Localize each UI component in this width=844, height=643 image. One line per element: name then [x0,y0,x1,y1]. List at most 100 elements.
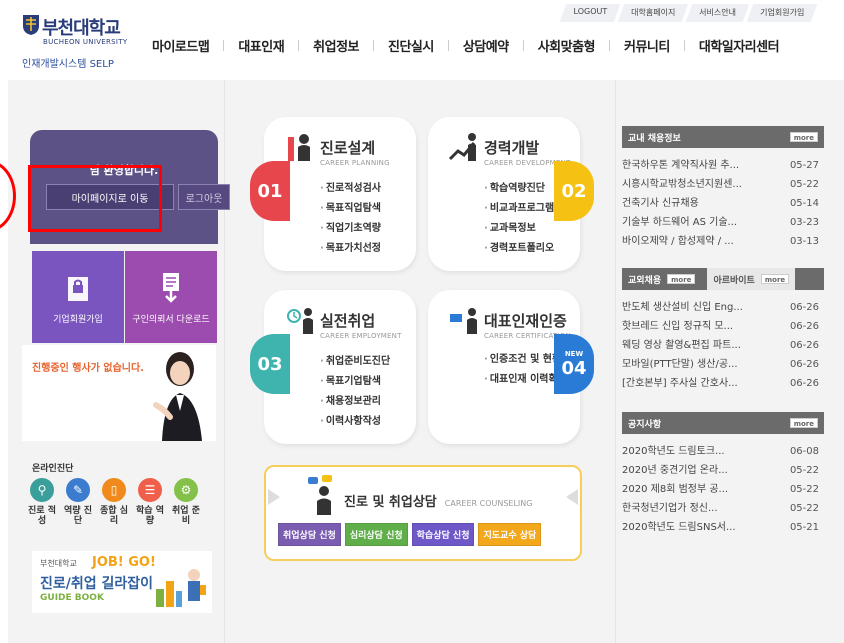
company-signup-link[interactable]: 기업회원가입 [746,4,818,22]
list-item[interactable]: 한국청년기업가 정신... 05-22 [622,499,824,518]
logout-link[interactable]: LOGOUT [559,4,621,22]
column-divider [224,80,225,643]
tab-external-jobs[interactable]: 교외채용 [628,273,661,286]
menu-item[interactable]: 진로적성검사 [320,179,381,199]
more-link[interactable]: more [789,418,818,428]
menu-item[interactable]: 취업준비도진단 [320,352,390,372]
list-item[interactable]: 웨딩 영상 촬영&편집 파트... 06-26 [622,336,824,355]
card-title: 진로설계 [320,139,376,157]
job-request-download-tile[interactable]: 구인의뢰서 다운로드 [125,251,217,343]
list-item[interactable]: 2020학년도 드림SNS서... 05-21 [622,518,824,537]
diagnosis-label: 취업 준비 [172,506,200,526]
pencil-icon: ✎ [66,478,90,502]
notice-board: 공지사항 more 2020학년도 드림토크... 06-08 2020년 중견기… [622,412,824,537]
nav-item-talent[interactable]: 대표인재 [238,36,284,55]
card-number: 01 [250,161,290,221]
learning-counseling-button[interactable]: 학습상담 신청 [411,523,475,546]
gear-icon: ⚙ [174,478,198,502]
nav-item-community[interactable]: 커뮤니티 [624,36,670,55]
guidebook-banner[interactable]: 부천대학교 JOB! GO! 진로/취업 길라잡이 GUIDE BOOK [32,551,212,613]
menu-item[interactable]: 이력사항작성 [320,412,390,432]
diagnosis-label: 진로 적성 [28,506,56,526]
list-item[interactable]: [간호본부] 주사실 간호사... 06-26 [622,374,824,393]
nav-divider [298,40,300,51]
presenter-woman-illustration [153,352,202,441]
nav-item-counsel-reservation[interactable]: 상담예약 [463,36,509,55]
more-link[interactable]: more [667,274,696,284]
board-list: 반도체 생산설비 신입 Eng... 06-26 핫브레드 신입 정규직 모...… [622,290,824,393]
nav-item-custom[interactable]: 사회맞춤형 [538,36,596,55]
menu-item[interactable]: 목표가치선정 [320,239,381,259]
card-employment[interactable]: 실전취업 CAREER EMPLOYMENT 취업준비도진단 목표기업탐색 채용… [250,290,416,444]
search-icon: ⚲ [30,478,54,502]
decorative-arrow [566,489,578,505]
more-link[interactable]: more [760,274,790,284]
certification-icon [450,308,477,334]
document-icon: ☰ [138,478,162,502]
nav-item-my-roadmap[interactable]: 마이로드맵 [152,36,210,55]
counseling-icon [308,475,332,515]
board-header: 공지사항 more [622,412,824,434]
list-item[interactable]: 한국하우톤 계약직사원 추... 05-27 [622,156,824,175]
card-certification[interactable]: 대표인재인증 CAREER CERTIFICATION 인증조건 및 현황 대표… [428,290,594,444]
card-menu: 취업준비도진단 목표기업탐색 채용정보관리 이력사항작성 [320,352,390,432]
job-request-label: 구인의뢰서 다운로드 [132,315,210,325]
diagnosis-learning[interactable]: ☰ 학습 역량 [136,478,164,526]
tab-part-time[interactable]: 아르바이트 more [707,268,796,290]
card-career-planning[interactable]: 진로설계 CAREER PLANNING 진로적성검사 목표직업탐색 직업기초역… [250,117,416,271]
service-guide-link[interactable]: 서비스안내 [685,4,750,22]
card-career-development[interactable]: 경력개발 CAREER DEVELOPMENT 학습역량진단 비교과프로그램 교… [428,117,594,271]
diagnosis-psychology[interactable]: ▯ 종합 심리 [100,478,128,526]
menu-item[interactable]: 경력포트폴리오 [484,239,554,259]
guide-jobgo-text: JOB! GO! [92,555,156,570]
menu-item[interactable]: 직업기초역량 [320,219,381,239]
menu-item[interactable]: 학습역량진단 [484,179,554,199]
list-item[interactable]: 2020 제8회 범정부 공... 05-22 [622,480,824,499]
job-counseling-button[interactable]: 취업상담 신청 [278,523,341,546]
nav-item-job-info[interactable]: 취업정보 [313,36,359,55]
diagnosis-label: 종합 심리 [100,506,128,526]
diagnosis-career-aptitude[interactable]: ⚲ 진로 적성 [28,478,56,526]
list-item[interactable]: 2020학년도 드림토크... 06-08 [622,442,824,461]
counseling-subtitle: CAREER COUNSELING [444,499,533,508]
board-list: 2020학년도 드림토크... 06-08 2020년 중견기업 온라... 05-… [622,434,824,537]
menu-item[interactable]: 목표직업탐색 [320,199,381,219]
list-item[interactable]: 바이오제약 / 합성제약 / ... 03-13 [622,232,824,251]
diagnosis-label: 역량 진단 [64,506,92,526]
board-list: 한국하우톤 계약직사원 추... 05-27 시흥시학교밖청소년지원센... 05-… [622,148,824,251]
nav-divider [609,40,610,51]
menu-item[interactable]: 비교과프로그램 [484,199,554,219]
external-jobs-board: 교외채용 more 아르바이트 more 반도체 생산설비 신입 Eng... 0… [622,268,824,393]
menu-item[interactable]: 교과목정보 [484,219,554,239]
tab-label: 아르바이트 [713,275,755,286]
diagnosis-list: ⚲ 진로 적성 ✎ 역량 진단 ▯ 종합 심리 ☰ 학습 역량 ⚙ 취업 준비 [28,478,200,526]
univ-homepage-link[interactable]: 대학홈페이지 [617,4,689,22]
list-item[interactable]: 반도체 생산설비 신입 Eng... 06-26 [622,298,824,317]
nav-item-job-center[interactable]: 대학일자리센터 [699,36,780,55]
menu-item[interactable]: 채용정보관리 [320,392,390,412]
list-item[interactable]: 핫브레드 신입 정규직 모... 06-26 [622,317,824,336]
logout-button[interactable]: 로그아웃 [178,184,230,210]
counseling-panel: 진로 및 취업상담 CAREER COUNSELING 취업상담 신청 심리상담 … [264,465,582,561]
decorative-arrow [268,489,280,505]
employment-icon [287,308,313,334]
company-signup-label: 기업회원가입 [53,315,103,325]
company-signup-tile[interactable]: 기업회원가입 [32,251,124,343]
nav-item-diagnosis[interactable]: 진단실시 [388,36,434,55]
logo-name: 부천대학교 [42,18,121,39]
list-item[interactable]: 건축기사 신규채용 05-14 [622,194,824,213]
advisor-counseling-button[interactable]: 지도교수 상담 [478,523,542,546]
diagnosis-competency[interactable]: ✎ 역량 진단 [64,478,92,526]
card-number: 02 [554,161,594,221]
list-item[interactable]: 기술부 하드웨어 AS 기술... 03-23 [622,213,824,232]
more-link[interactable]: more [789,132,818,142]
menu-item[interactable]: 목표기업탐색 [320,372,390,392]
site-logo[interactable]: 부천대학교 BUCHEON UNIVERSITY 인재개발시스템 SELP [22,14,140,70]
list-item[interactable]: 2020년 중견기업 온라... 05-22 [622,461,824,480]
list-item[interactable]: 시흥시학교밖청소년지원센... 05-22 [622,175,824,194]
card-subtitle: CAREER PLANNING [320,159,390,167]
psych-counseling-button[interactable]: 심리상담 신청 [344,523,408,546]
list-item[interactable]: 모바일(PTT단말) 생산/공... 06-26 [622,355,824,374]
diagnosis-job-readiness[interactable]: ⚙ 취업 준비 [172,478,200,526]
card-title: 경력개발 [484,139,540,157]
